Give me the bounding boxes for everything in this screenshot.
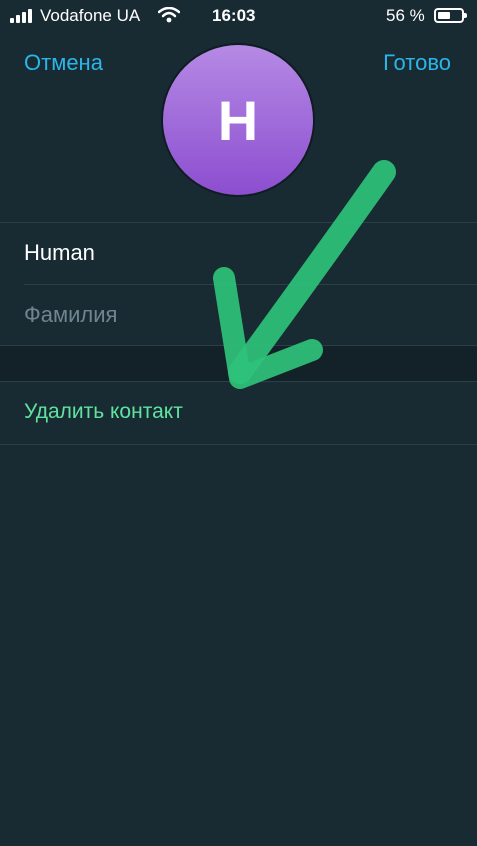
divider <box>0 444 477 445</box>
last-name-field[interactable]: Фамилия <box>24 302 477 328</box>
carrier-name: Vodafone UA <box>40 6 141 25</box>
battery-percent: 56 % <box>386 6 425 25</box>
section-gap <box>0 346 477 381</box>
wifi-icon <box>158 7 180 23</box>
avatar-initial: H <box>217 88 259 152</box>
done-button[interactable]: Готово <box>383 50 451 76</box>
divider <box>24 284 477 285</box>
clock-time: 16:03 <box>212 6 256 25</box>
cancel-button[interactable]: Отмена <box>24 50 103 76</box>
battery-icon <box>434 8 467 23</box>
avatar[interactable]: H <box>163 45 313 195</box>
divider <box>0 222 477 223</box>
delete-contact-button[interactable]: Удалить контакт <box>24 400 183 424</box>
battery-fill <box>438 12 450 19</box>
first-name-field[interactable]: Human <box>24 240 477 266</box>
divider <box>0 381 477 382</box>
signal-icon <box>10 9 34 23</box>
status-bar: Vodafone UA 16:03 56 % <box>0 0 477 34</box>
